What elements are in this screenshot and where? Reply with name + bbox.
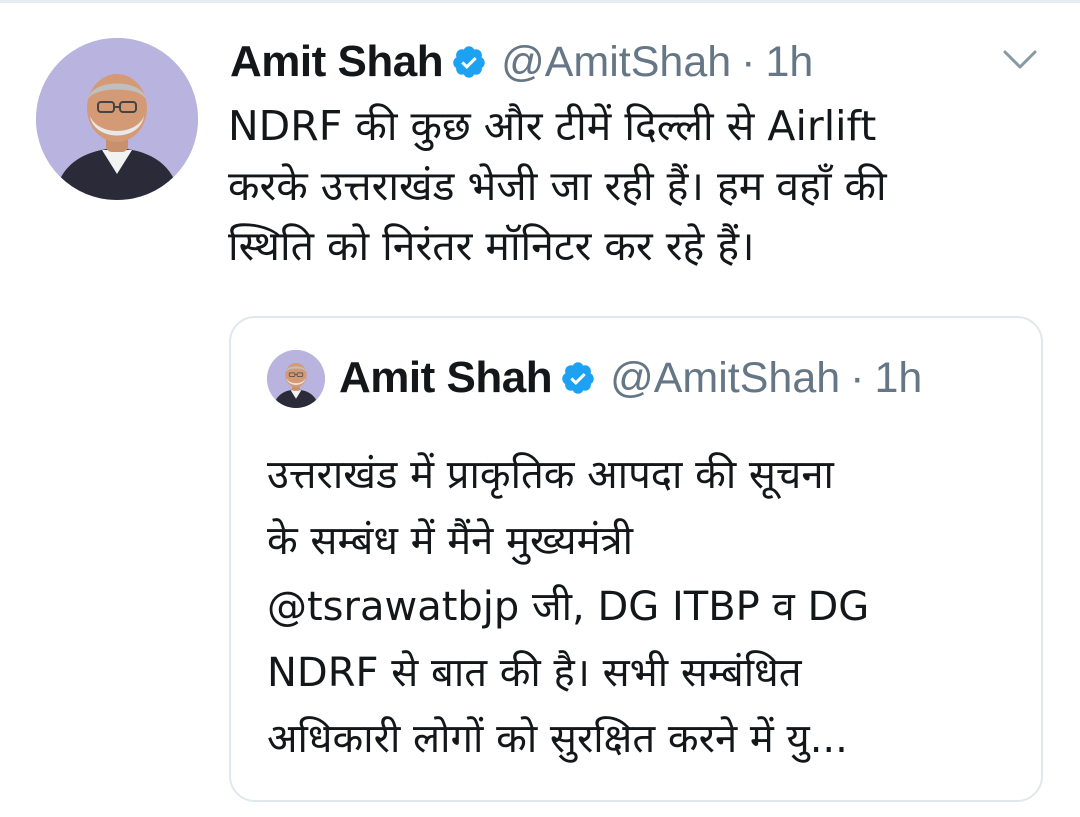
quoted-tweet-header: Amit Shah @AmitShah · 1h (339, 348, 922, 408)
quoted-author-name: Amit Shah (339, 353, 553, 402)
separator-dot: · (850, 353, 865, 402)
avatar[interactable] (36, 38, 198, 200)
chevron-down-icon[interactable] (1002, 48, 1038, 72)
tweet-timestamp[interactable]: 1h (765, 38, 813, 87)
quoted-text-line: उत्तराखंड में प्राकृतिक आपदा की सूचना (267, 452, 834, 498)
quoted-avatar-image (267, 350, 325, 408)
tweet-text-line: NDRF की कुछ और टीमें दिल्ली से Airlift (228, 102, 877, 150)
quoted-tweet-timestamp: 1h (874, 353, 923, 402)
quoted-tweet-text: उत्तराखंड में प्राकृतिक आपदा की सूचना के… (267, 442, 1027, 772)
quoted-avatar (267, 350, 325, 408)
author-name[interactable]: Amit Shah (230, 37, 444, 87)
tweet-text: NDRF की कुछ और टीमें दिल्ली से Airlift क… (228, 96, 1048, 276)
top-divider (0, 0, 1080, 3)
tweet-text-line: स्थिति को निरंतर मॉनिटर कर रहे हैं। (228, 222, 755, 270)
tweet-text-line: करके उत्तराखंड भेजी जा रही हैं। हम वहाँ … (228, 162, 887, 210)
author-handle[interactable]: @AmitShah (501, 38, 731, 87)
quoted-tweet-card[interactable]: Amit Shah @AmitShah · 1h उत्तराखंड में प… (229, 316, 1043, 802)
verified-badge-icon (451, 44, 487, 80)
quoted-text-line: के सम्बंध में मैंने मुख्यमंत्री (267, 518, 633, 564)
quoted-text-line: अधिकारी लोगों को सुरक्षित करने में यु... (267, 716, 848, 762)
verified-badge-icon (560, 360, 596, 396)
tweet-header: Amit Shah @AmitShah · 1h (230, 34, 813, 90)
quoted-text-line: @tsrawatbjp जी, DG ITBP व DG (267, 584, 870, 630)
separator-dot: · (741, 37, 756, 86)
avatar-image (36, 38, 198, 200)
quoted-author-handle: @AmitShah (610, 353, 841, 402)
quoted-text-line: NDRF से बात की है। सभी सम्बंधित (267, 650, 802, 696)
